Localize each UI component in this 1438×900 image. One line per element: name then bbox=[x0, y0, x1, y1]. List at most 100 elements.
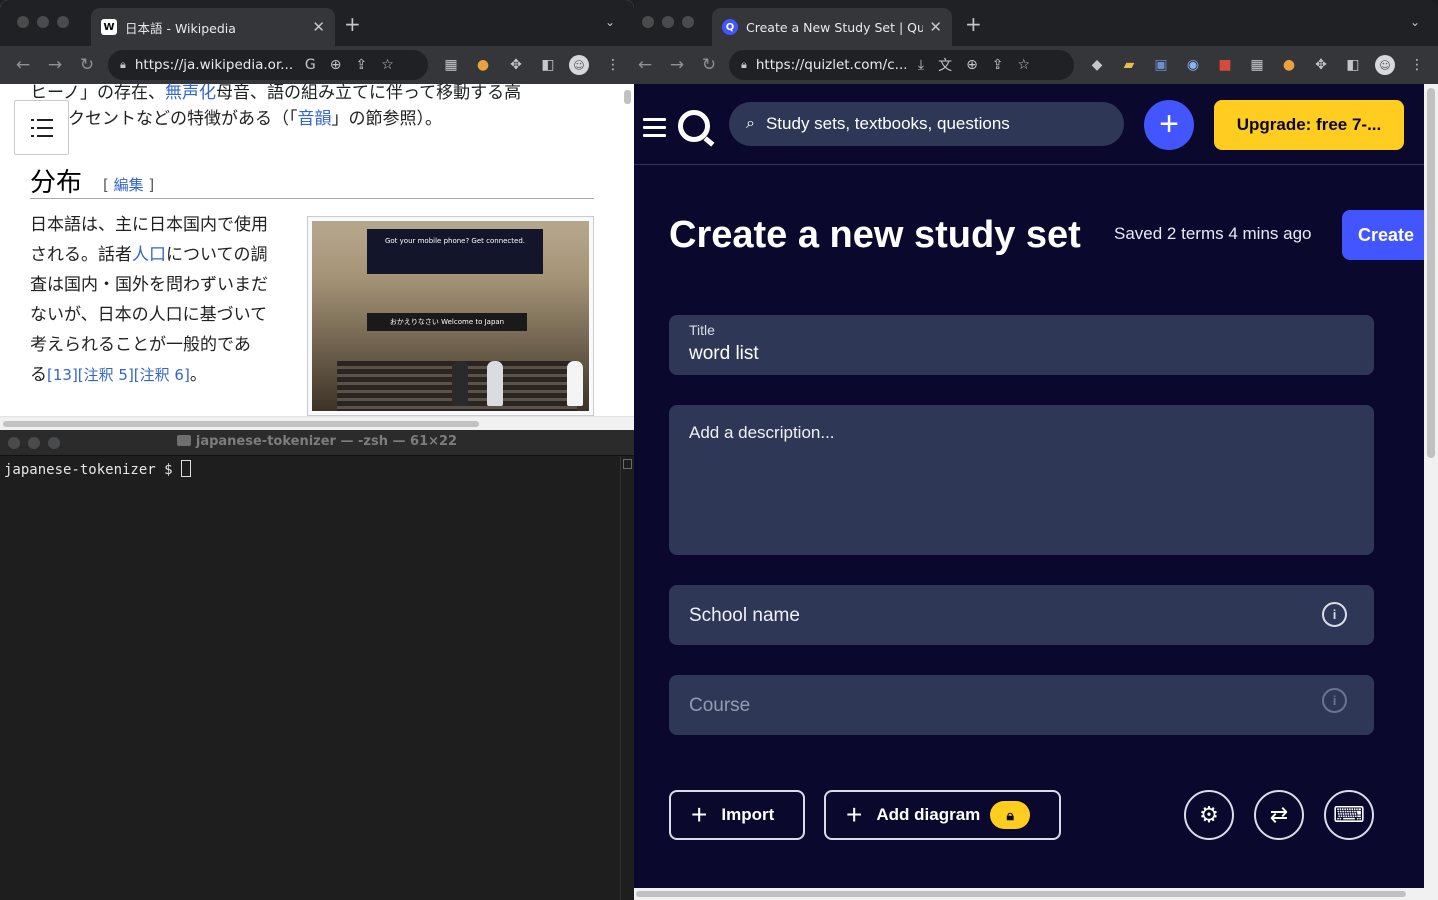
import-button[interactable]: + Import bbox=[669, 790, 805, 840]
plus-icon: + bbox=[691, 799, 708, 830]
lock-icon: 🔒︎ bbox=[120, 58, 126, 71]
window-controls[interactable] bbox=[642, 16, 694, 28]
new-tab-icon[interactable]: + bbox=[965, 12, 982, 36]
window-controls[interactable] bbox=[17, 16, 69, 28]
google-icon[interactable]: G bbox=[305, 57, 316, 73]
extension-icon[interactable]: ▰ bbox=[1119, 55, 1139, 75]
side-panel-icon[interactable]: ◧ bbox=[1343, 55, 1363, 75]
share-icon[interactable]: ⇪ bbox=[355, 57, 367, 73]
description-field[interactable]: Add a description... bbox=[669, 405, 1374, 555]
keyboard-icon[interactable]: ⌨ bbox=[1324, 790, 1374, 840]
link-onin[interactable]: 音韻 bbox=[298, 109, 332, 129]
side-panel-icon[interactable]: ◧ bbox=[538, 55, 558, 75]
reload-icon[interactable]: ↻ bbox=[700, 55, 718, 75]
quizlet-page: ⌕ Study sets, textbooks, questions + Upg… bbox=[634, 84, 1432, 888]
puzzle-icon[interactable]: ✥ bbox=[1311, 55, 1331, 75]
course-field[interactable]: Course i bbox=[669, 675, 1374, 735]
puzzle-icon[interactable]: ✥ bbox=[506, 55, 526, 75]
close-tab-icon[interactable]: ✕ bbox=[312, 18, 325, 36]
info-icon[interactable]: i bbox=[1322, 688, 1347, 713]
zoom-icon[interactable]: ⊕ bbox=[330, 57, 342, 73]
settings-gear-icon[interactable]: ⚙ bbox=[1184, 790, 1234, 840]
share-icon[interactable]: ⇪ bbox=[992, 57, 1004, 73]
tab-search-chevron-icon[interactable]: ⌄ bbox=[605, 15, 615, 29]
create-plus-button[interactable]: + bbox=[1144, 100, 1194, 150]
menu-kebab-icon[interactable]: ⋮ bbox=[1407, 55, 1427, 75]
search-icon: ⌕ bbox=[746, 115, 755, 132]
swap-terms-icon[interactable]: ⇄ bbox=[1254, 790, 1304, 840]
plus-icon: + bbox=[846, 799, 863, 830]
page-title: Create a new study set bbox=[669, 214, 1081, 256]
wikipedia-icon: W bbox=[101, 19, 117, 35]
url-text: https://ja.wikipedia.or... bbox=[134, 57, 293, 73]
terminal-window: japanese-tokenizer — -zsh — 61×22 japane… bbox=[0, 430, 634, 900]
info-icon[interactable]: i bbox=[1322, 602, 1347, 627]
install-icon[interactable]: ⤓ bbox=[918, 57, 924, 73]
bookmark-star-icon[interactable]: ☆ bbox=[381, 57, 394, 73]
menu-kebab-icon[interactable]: ⋮ bbox=[603, 55, 623, 75]
extension-icon[interactable]: ▣ bbox=[1151, 55, 1171, 75]
tab-strip: W 日本語 - Wikipedia ✕ + ⌄ bbox=[0, 0, 634, 46]
upgrade-button[interactable]: Upgrade: free 7-... bbox=[1214, 100, 1404, 150]
lock-icon: 🔒︎ bbox=[741, 58, 747, 71]
zoom-icon[interactable]: ⊕ bbox=[966, 57, 978, 73]
edit-link[interactable]: 編集 bbox=[114, 176, 144, 194]
reload-icon[interactable]: ↻ bbox=[78, 55, 96, 75]
forward-icon[interactable]: → bbox=[668, 55, 686, 75]
quizlet-logo[interactable] bbox=[678, 110, 710, 142]
text-cursor bbox=[181, 460, 192, 477]
extension-icon[interactable]: ◉ bbox=[1183, 55, 1203, 75]
back-icon[interactable]: ← bbox=[14, 55, 32, 75]
hamburger-menu-icon[interactable] bbox=[643, 118, 666, 142]
quizlet-browser-window: Q Create a New Study Set | Quizlet ✕ + ⌄… bbox=[634, 0, 1438, 900]
new-tab-icon[interactable]: + bbox=[344, 12, 361, 36]
link-musei[interactable]: 無声化 bbox=[165, 83, 216, 103]
search-input[interactable]: ⌕ Study sets, textbooks, questions bbox=[729, 102, 1124, 146]
terminal-prompt[interactable]: japanese-tokenizer $ bbox=[4, 460, 192, 478]
lock-icon: 🔒︎ bbox=[990, 801, 1031, 829]
horizontal-scrollbar[interactable] bbox=[634, 888, 1438, 900]
school-name-field[interactable]: School name i bbox=[669, 585, 1374, 645]
terminal-title: japanese-tokenizer — -zsh — 61×22 bbox=[0, 434, 634, 449]
link-population[interactable]: 人口 bbox=[132, 245, 166, 265]
extension-icon[interactable]: ▦ bbox=[441, 55, 461, 75]
photo-sign: おかえりなさい Welcome to Japan bbox=[367, 313, 527, 331]
vertical-scrollbar[interactable] bbox=[624, 90, 631, 104]
reference-links[interactable]: [13][注釈 5][注釈 6] bbox=[47, 366, 190, 384]
tab-wikipedia[interactable]: W 日本語 - Wikipedia ✕ bbox=[91, 8, 335, 46]
table-of-contents-button[interactable] bbox=[14, 100, 69, 155]
tab-strip: Q Create a New Study Set | Quizlet ✕ + ⌄ bbox=[634, 0, 1438, 46]
address-bar[interactable]: 🔒︎ https://ja.wikipedia.or... G ⊕ ⇪ ☆ bbox=[108, 50, 428, 80]
extension-icon[interactable]: ▦ bbox=[1247, 55, 1267, 75]
search-extension-icon[interactable]: ● bbox=[1279, 55, 1299, 75]
wikipedia-page: ヒーノ」の存在、無声化母音、語の組み立てに伴って移動する高 クセントなどの特徴が… bbox=[0, 83, 634, 430]
tab-search-chevron-icon[interactable]: ⌄ bbox=[1410, 15, 1420, 29]
tab-quizlet[interactable]: Q Create a New Study Set | Quizlet ✕ bbox=[712, 8, 952, 46]
close-tab-icon[interactable]: ✕ bbox=[929, 18, 942, 36]
description-placeholder: Add a description... bbox=[689, 423, 835, 442]
back-icon[interactable]: ← bbox=[636, 55, 654, 75]
article-paragraph: 日本語は、主に日本国内で使用される。話者人口についての調査は国内・国外を問わずい… bbox=[30, 215, 268, 385]
vertical-scrollbar[interactable] bbox=[1424, 84, 1438, 888]
article-text-line: ヒーノ」の存在、無声化母音、語の組み立てに伴って移動する高 bbox=[30, 83, 522, 103]
profile-avatar[interactable]: ☺ bbox=[569, 55, 589, 75]
forward-icon[interactable]: → bbox=[46, 55, 64, 75]
add-diagram-button[interactable]: + Add diagram 🔒︎ bbox=[824, 790, 1061, 840]
extension-icon[interactable]: ■ bbox=[1215, 55, 1235, 75]
create-button[interactable]: Create bbox=[1342, 210, 1432, 260]
article-thumbnail[interactable]: Got your mobile phone? Get connected. おか… bbox=[307, 216, 594, 416]
horizontal-scrollbar[interactable] bbox=[0, 416, 634, 430]
extension-icon[interactable]: ◆ bbox=[1087, 55, 1107, 75]
title-field[interactable]: Title word list bbox=[669, 315, 1374, 375]
terminal-scrollbar[interactable] bbox=[620, 456, 634, 900]
title-label: Title bbox=[689, 322, 715, 338]
translate-icon[interactable]: 文 bbox=[938, 55, 952, 75]
profile-avatar[interactable]: ☺ bbox=[1375, 55, 1395, 75]
site-header: ⌕ Study sets, textbooks, questions + Upg… bbox=[634, 84, 1424, 165]
address-bar[interactable]: 🔒︎ https://quizlet.com/c... ⤓ 文 ⊕ ⇪ ☆ bbox=[729, 50, 1074, 80]
import-label: Import bbox=[721, 805, 775, 824]
course-placeholder: Course bbox=[689, 695, 751, 716]
photo-screen: Got your mobile phone? Get connected. bbox=[367, 229, 543, 274]
bookmark-star-icon[interactable]: ☆ bbox=[1018, 57, 1031, 73]
search-extension-icon[interactable]: ● bbox=[473, 55, 493, 75]
